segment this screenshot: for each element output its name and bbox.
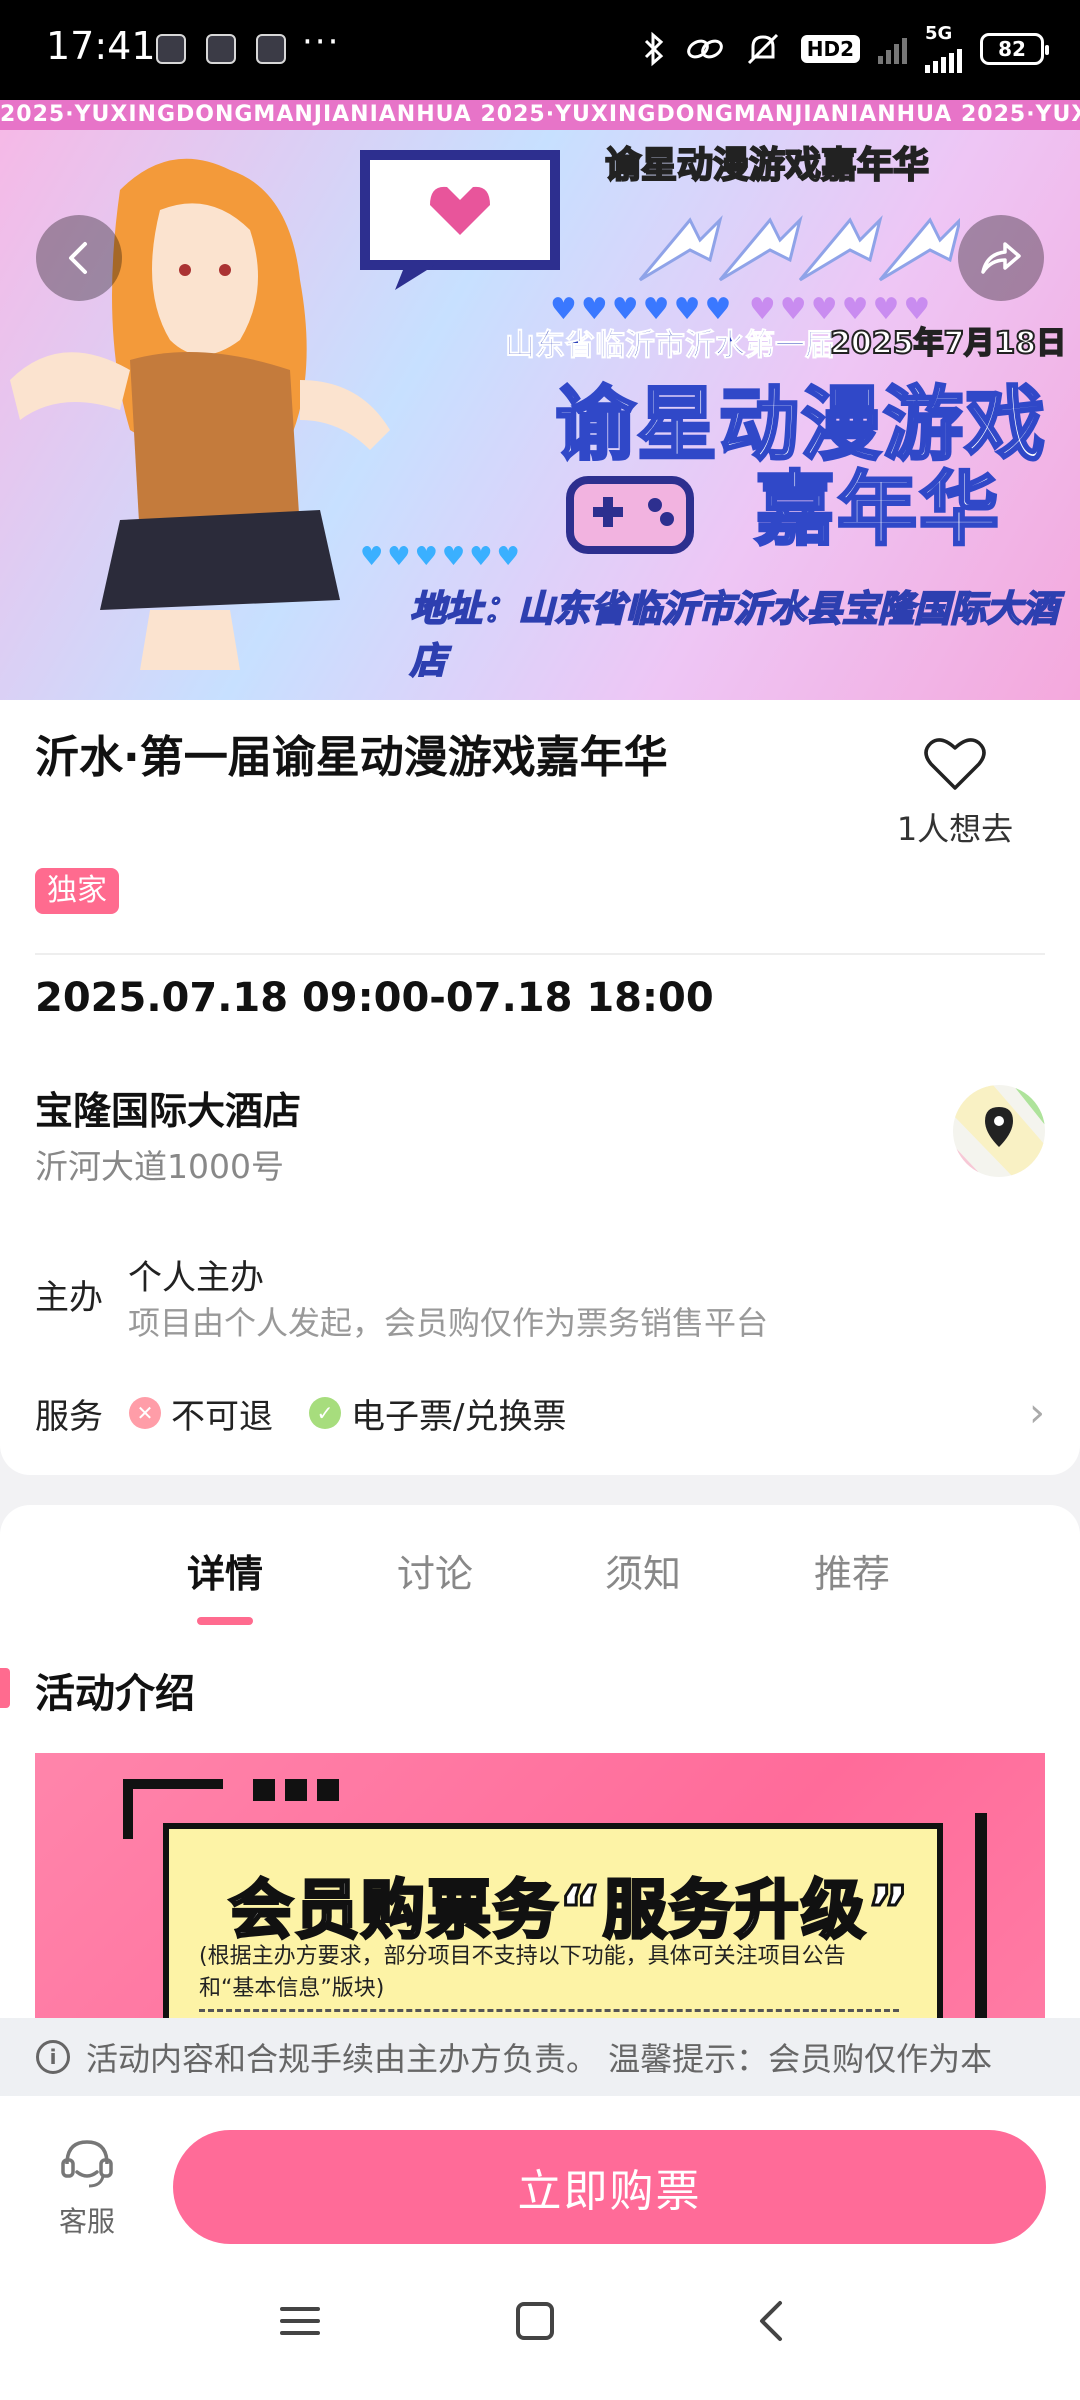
back-button[interactable]: [36, 215, 122, 301]
battery-icon: 82: [980, 33, 1049, 65]
status-time: 17:41: [46, 24, 156, 68]
pixel-arrows: [638, 215, 960, 282]
chevron-left-icon: [69, 242, 87, 274]
organizer-note: 项目由个人发起，会员购仅作为票务销售平台: [128, 1304, 769, 1342]
service-row[interactable]: 服务 ✕ 不可退 ✓ 电子票/兑换票 ›: [35, 1383, 1045, 1443]
signal-strong-icon: [925, 43, 962, 73]
exclusive-badge: 独家: [35, 868, 119, 914]
banner-subtitle: 山东省临沂市沂水第一届: [505, 328, 836, 364]
cross-icon: ✕: [129, 1397, 161, 1429]
event-info-card: 沂水·第一届谕星动漫游戏嘉年华 1人想去 独家 2025.07.18 09:00…: [0, 700, 1080, 1475]
signal-weak-icon: [878, 34, 907, 64]
info-icon: i: [36, 2040, 70, 2074]
back-icon: [760, 2301, 782, 2341]
map-pin-icon: [953, 1085, 1045, 1177]
menu-icon: [280, 2307, 320, 2335]
wishlist-count: 1人想去: [896, 810, 1014, 848]
bluetooth-icon: [644, 31, 663, 67]
heart-icon: [924, 738, 986, 790]
service-label: 服务: [35, 1396, 103, 1437]
status-icons: HD2 5G 82: [641, 23, 1049, 73]
chevron-right-icon: ›: [1029, 1390, 1045, 1436]
link-icon: [686, 39, 723, 59]
organizer-label: 主办: [35, 1278, 103, 1318]
tab-recommend[interactable]: 推荐: [782, 1543, 922, 1598]
customer-service-label: 客服: [58, 2205, 115, 2238]
tab-details[interactable]: 详情: [155, 1543, 295, 1598]
poster-headline: 会员购票务“服务升级”: [227, 1873, 912, 1950]
poster-note: (根据主办方要求，部分项目不支持以下功能，具体可关注项目公告和“基本信息”版块): [199, 1944, 846, 2001]
tab-discussion[interactable]: 讨论: [365, 1543, 505, 1598]
banner-strip: 2025·YUXINGDONGMANJIANIANHUA 2025·YUXING…: [0, 100, 1080, 130]
service-item-no-refund: ✕ 不可退: [129, 1389, 273, 1438]
banner-date: 2025年7月18日: [829, 325, 1067, 362]
map-button[interactable]: [953, 1085, 1045, 1177]
tab-notice[interactable]: 须知: [573, 1543, 713, 1598]
active-tab-indicator: [197, 1617, 253, 1625]
menu-key[interactable]: [270, 2291, 330, 2351]
buy-now-button[interactable]: 立即购票: [173, 2130, 1046, 2244]
more-notifications-icon: ···: [302, 22, 341, 62]
notice-bar: i 活动内容和合规手续由主办方负责。 温馨提示：会员购仅作为本: [0, 2018, 1080, 2096]
check-icon: ✓: [309, 1397, 341, 1429]
details-card: 详情 讨论 须知 推荐 活动介绍 会员购票务“服务升级” (根据主办方要求，部分…: [0, 1505, 1080, 2105]
home-icon: [516, 2302, 554, 2340]
service-item-label: 不可退: [171, 1396, 273, 1437]
share-button[interactable]: [958, 215, 1044, 301]
notification-app-icon: [206, 34, 236, 64]
section-title: 活动介绍: [35, 1671, 195, 1717]
event-title: 沂水·第一届谕星动漫游戏嘉年华: [35, 732, 668, 783]
banner-title-line2: 嘉年华: [754, 462, 1001, 558]
pixel-hearts: ♥♥♥♥♥♥: [360, 542, 524, 572]
event-datetime: 2025.07.18 09:00-07.18 18:00: [35, 975, 714, 1021]
venue-name[interactable]: 宝隆国际大酒店: [35, 1080, 301, 1135]
detail-tabs: 详情 讨论 须知 推荐: [0, 1543, 1080, 1625]
venue-address[interactable]: 沂河大道1000号: [35, 1140, 284, 1188]
notification-app-icon: [256, 34, 286, 64]
network-type: 5G: [925, 23, 953, 44]
organizer-name: 个人主办: [128, 1258, 264, 1298]
service-item-label: 电子票/兑换票: [351, 1396, 567, 1437]
gamepad-icon: [566, 476, 694, 554]
back-key[interactable]: [742, 2291, 802, 2351]
pixel-speech-bubble: [360, 150, 560, 290]
mute-icon: [747, 33, 778, 65]
event-banner[interactable]: 2025·YUXINGDONGMANJIANIANHUA 2025·YUXING…: [0, 100, 1080, 700]
banner-address: 地址：山东省临沂市沂水县宝隆国际大酒店: [409, 588, 1059, 683]
banner-header-title: 谕星动漫游戏嘉年华: [604, 144, 930, 187]
network-badge: HD2: [800, 35, 860, 63]
notice-text: 活动内容和合规手续由主办方负责。 温馨提示：会员购仅作为本: [86, 2040, 993, 2078]
divider: [35, 953, 1045, 955]
divider: [199, 2009, 899, 2012]
share-icon: [981, 242, 1021, 274]
section-marker: [0, 1668, 10, 1708]
home-key[interactable]: [505, 2291, 565, 2351]
status-bar: 17:41 ··· HD2 5G 82: [0, 0, 1080, 100]
customer-service-icon: [61, 2140, 113, 2188]
service-item-eticket: ✓ 电子票/兑换票: [309, 1389, 566, 1438]
notification-app-icon: [156, 34, 186, 64]
customer-service-button[interactable]: 客服: [52, 2136, 122, 2240]
bottom-action-bar: 客服 立即购票: [0, 2096, 1080, 2246]
system-navigation-bar: [0, 2246, 1080, 2400]
wishlist-button[interactable]: 1人想去: [890, 736, 1020, 850]
